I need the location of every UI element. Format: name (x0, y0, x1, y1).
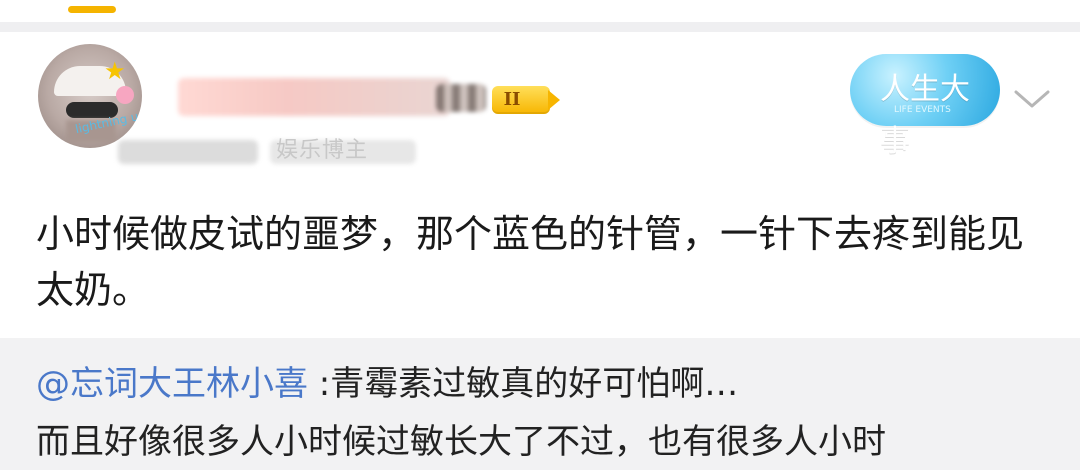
meta-blur-left (118, 140, 258, 164)
star-icon: ★ (104, 57, 126, 85)
chevron-down-icon[interactable] (1010, 82, 1054, 114)
author-meta: 娱乐博主 (276, 138, 369, 163)
avatar-flower-icon (116, 86, 134, 104)
quote-separator: : (308, 364, 331, 404)
level-badge: II (492, 86, 560, 114)
active-tab-indicator (68, 6, 116, 13)
post-text: 小时候做皮试的噩梦，那个蓝色的针管，一针下去疼到能见太奶。 (36, 212, 1025, 312)
quoted-reply-line-2: 而且好像很多人小时候过敏长大了不过，也有很多人小时 (36, 422, 886, 462)
section-divider (0, 22, 1080, 32)
topic-sticker-subtitle: LIFE EVENTS (894, 105, 951, 115)
level-badge-tip (548, 90, 560, 110)
author-name-blurred[interactable] (178, 78, 450, 116)
topic-sticker[interactable]: 人生大事 LIFE EVENTS (850, 54, 1000, 159)
author-name-blurred-dots (436, 84, 486, 112)
mention-link[interactable]: @忘词大王林小喜 (36, 364, 308, 404)
quoted-reply-line-1-text: 青霉素过敏真的好可怕啊… (330, 364, 739, 404)
level-badge-label: II (503, 89, 521, 110)
quoted-reply-line-1: @忘词大王林小喜 :青霉素过敏真的好可怕啊… (36, 360, 1046, 408)
